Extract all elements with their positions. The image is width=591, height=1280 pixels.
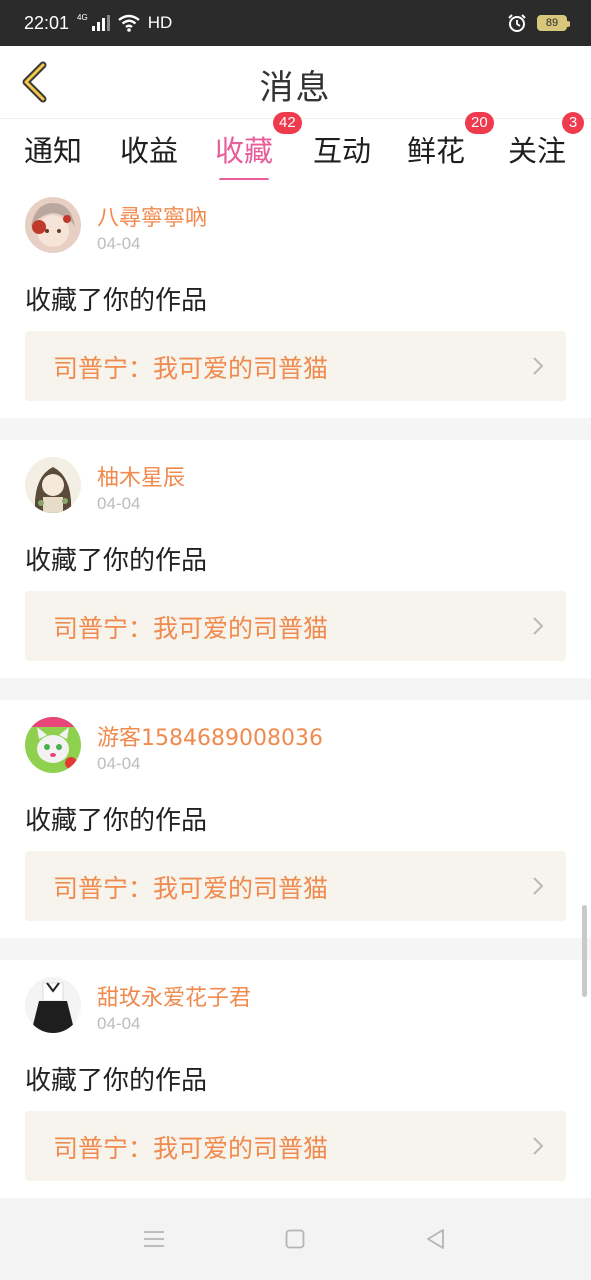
tab-notifications[interactable]: 通知 (24, 128, 82, 170)
hd-label: HD (147, 13, 173, 32)
divider (0, 678, 591, 700)
work-link[interactable]: 司普宁：我可爱的司普猫 (25, 591, 566, 661)
status-left: 22:01 4G HD (24, 10, 172, 36)
work-link[interactable]: 司普宁：我可爱的司普猫 (25, 851, 566, 921)
tab-follows[interactable]: 关注 (508, 128, 566, 170)
tab-label: 收藏 (215, 134, 274, 168)
work-title: 司普宁：我可爱的司普猫 (53, 614, 329, 643)
tab-label: 互动 (313, 134, 372, 168)
divider (0, 418, 591, 440)
avatar[interactable] (25, 977, 81, 1033)
avatar[interactable] (25, 457, 81, 513)
favorites-badge: 42 (273, 112, 302, 134)
scrollbar[interactable] (582, 905, 587, 997)
divider (0, 938, 591, 960)
tab-interactions[interactable]: 互动 (313, 128, 371, 170)
username[interactable]: 八尋寧寧吶 (97, 200, 207, 232)
back-nav-button[interactable] (415, 1222, 455, 1256)
username[interactable]: 甜玫永爱花子君 (97, 980, 251, 1012)
action-text: 收藏了你的作品 (25, 546, 208, 576)
back-triangle-icon (427, 1229, 444, 1249)
home-icon (285, 1229, 305, 1249)
timestamp: 04-04 (97, 754, 141, 773)
wifi-icon (117, 14, 140, 32)
tab-label: 收益 (120, 134, 179, 168)
tab-label: 通知 (24, 134, 83, 168)
action-text: 收藏了你的作品 (25, 1066, 208, 1096)
status-time: 22:01 (24, 12, 70, 33)
chevron-right-icon (533, 357, 544, 375)
timestamp: 04-04 (97, 1014, 141, 1033)
tab-label: 关注 (508, 134, 567, 168)
chevron-right-icon (533, 1137, 544, 1155)
list-item: 甜玫永爱花子君 04-04 收藏了你的作品 司普宁：我可爱的司普猫 (0, 960, 591, 1198)
timestamp: 04-04 (97, 494, 141, 513)
action-text: 收藏了你的作品 (25, 806, 208, 836)
favorites-feed[interactable]: 八尋寧寧吶 04-04 收藏了你的作品 司普宁：我可爱的司普猫 柚木星辰 04-… (0, 180, 591, 1198)
username[interactable]: 柚木星辰 (97, 460, 185, 492)
status-right: 89 (507, 10, 570, 36)
battery-icon: 89 (537, 15, 570, 31)
username[interactable]: 游客1584689008036 (97, 720, 323, 752)
tab-favorites[interactable]: 收藏 (215, 128, 274, 182)
home-button[interactable] (275, 1222, 315, 1256)
chevron-right-icon (533, 877, 544, 895)
avatar[interactable] (25, 197, 81, 253)
signal-icon (91, 15, 110, 31)
header: 消息 (0, 46, 591, 119)
tab-bar: 通知 收益 收藏 互动 鲜花 关注 42 20 3 (0, 112, 591, 182)
tab-label: 鲜花 (407, 134, 466, 168)
work-title: 司普宁：我可爱的司普猫 (53, 354, 329, 383)
work-title: 司普宁：我可爱的司普猫 (53, 874, 329, 903)
menu-button[interactable] (134, 1222, 174, 1256)
avatar[interactable] (25, 717, 81, 773)
work-link[interactable]: 司普宁：我可爱的司普猫 (25, 1111, 566, 1181)
list-item: 柚木星辰 04-04 收藏了你的作品 司普宁：我可爱的司普猫 (0, 440, 591, 678)
action-text: 收藏了你的作品 (25, 286, 208, 316)
tab-earnings[interactable]: 收益 (120, 128, 178, 170)
follows-badge: 3 (562, 112, 584, 134)
flowers-badge: 20 (465, 112, 494, 134)
battery-level: 89 (545, 17, 559, 29)
menu-icon (144, 1231, 164, 1247)
timestamp: 04-04 (97, 234, 141, 253)
list-item: 游客1584689008036 04-04 收藏了你的作品 司普宁：我可爱的司普… (0, 700, 591, 938)
chevron-right-icon (533, 617, 544, 635)
list-item: 八尋寧寧吶 04-04 收藏了你的作品 司普宁：我可爱的司普猫 (0, 180, 591, 418)
work-title: 司普宁：我可爱的司普猫 (53, 1134, 329, 1163)
tab-flowers[interactable]: 鲜花 (407, 128, 465, 170)
system-nav-bar (0, 1198, 591, 1280)
work-link[interactable]: 司普宁：我可爱的司普猫 (25, 331, 566, 401)
page-title: 消息 (259, 68, 332, 108)
alarm-icon (507, 13, 527, 33)
network-type: 4G (77, 12, 88, 22)
status-bar: 22:01 4G HD 89 (0, 0, 591, 46)
